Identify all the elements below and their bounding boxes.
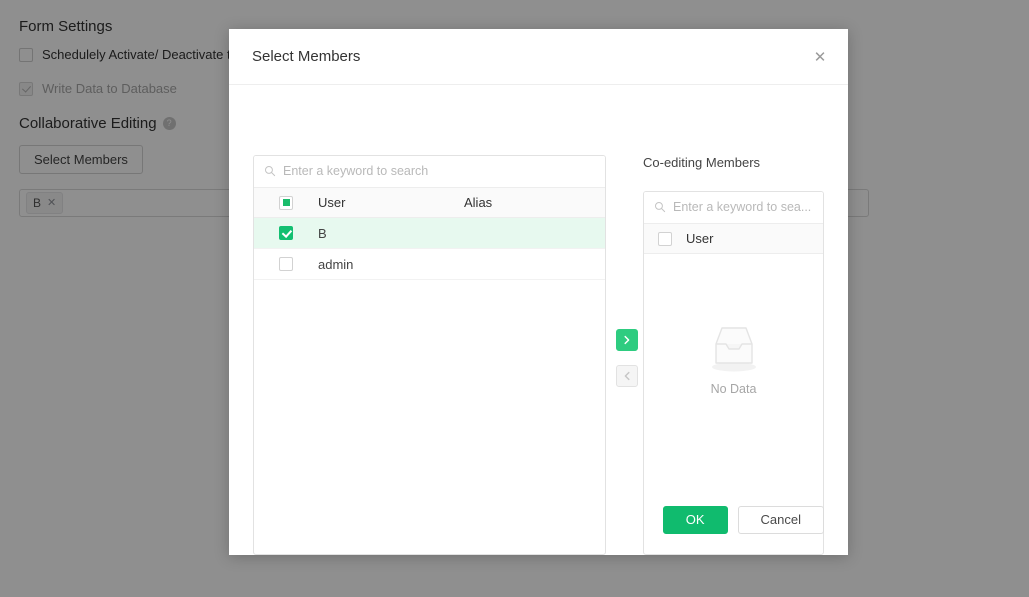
row-user-name: B: [318, 225, 327, 241]
table-row[interactable]: B: [254, 218, 605, 249]
empty-state: No Data: [644, 322, 823, 396]
row-user-name: admin: [318, 256, 354, 272]
close-icon[interactable]: ✕: [808, 45, 832, 69]
chevron-left-icon: [624, 371, 630, 381]
no-data-inbox-icon: [711, 327, 756, 372]
select-all-checkbox[interactable]: [279, 195, 293, 210]
select-members-dialog: Select Members ✕ Enter a keyword to sear…: [229, 29, 848, 555]
left-search-placeholder: Enter a keyword to search: [283, 164, 429, 178]
chevron-right-icon: [624, 335, 630, 345]
left-column-user: User: [318, 195, 346, 210]
dialog-header: Select Members ✕: [229, 29, 848, 85]
dialog-footer: OK Cancel: [229, 485, 848, 555]
dialog-title: Select Members: [252, 48, 361, 65]
co-editing-members-label: Co-editing Members: [643, 155, 761, 170]
row-checkbox[interactable]: [279, 226, 293, 240]
select-all-cell[interactable]: [254, 195, 318, 210]
transfer-controls: [616, 329, 638, 387]
move-left-button[interactable]: [616, 365, 638, 387]
move-right-button[interactable]: [616, 329, 638, 351]
search-icon: [655, 202, 666, 213]
row-checkbox-cell[interactable]: [254, 257, 318, 271]
left-column-alias: Alias: [464, 195, 493, 210]
screen: Form Settings Schedulely Activate/ Deact…: [0, 0, 1029, 597]
dialog-body: Enter a keyword to search User Alias B a…: [229, 85, 848, 555]
row-checkbox-cell[interactable]: [254, 226, 318, 240]
search-icon: [265, 166, 276, 177]
table-row[interactable]: admin: [254, 249, 605, 280]
right-search-placeholder: Enter a keyword to sea...: [673, 200, 812, 214]
right-table-header: User: [644, 223, 823, 254]
cancel-button[interactable]: Cancel: [737, 506, 824, 534]
right-search-bar[interactable]: Enter a keyword to sea...: [644, 192, 823, 223]
left-table-header: User Alias: [254, 187, 605, 218]
right-column-user: User: [686, 231, 714, 246]
right-select-all-cell[interactable]: [644, 231, 686, 246]
left-search-bar[interactable]: Enter a keyword to search: [254, 156, 605, 187]
right-select-all-checkbox[interactable]: [658, 231, 672, 246]
row-checkbox[interactable]: [279, 257, 293, 271]
ok-button[interactable]: OK: [662, 506, 728, 534]
empty-state-text: No Data: [710, 382, 757, 396]
